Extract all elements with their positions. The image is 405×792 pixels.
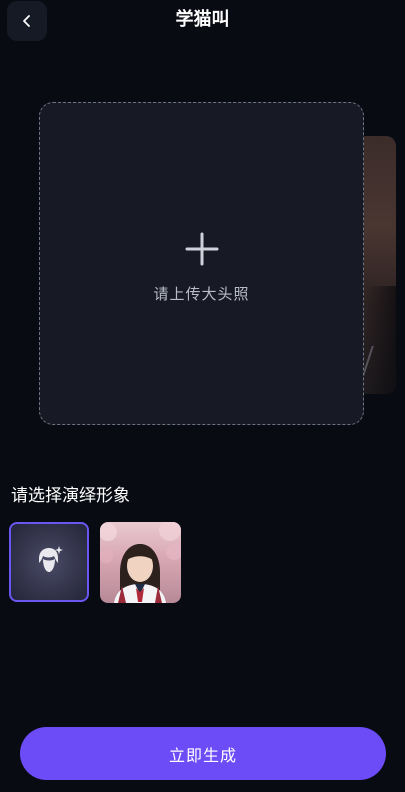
page-title: 学猫叫: [175, 9, 230, 30]
face-sparkle-icon: [32, 543, 66, 581]
avatar-option-custom[interactable]: [9, 522, 89, 602]
avatar-list: [9, 522, 181, 603]
upload-photo-area[interactable]: 请上传大头照: [39, 102, 364, 425]
plus-icon: [184, 223, 220, 271]
generate-button[interactable]: 立即生成: [20, 727, 386, 780]
avatar-option-photo[interactable]: [100, 522, 181, 603]
app-screen: 学猫叫 请上传大头照 请选择演绎形象 立即生成: [0, 0, 405, 792]
upload-hint: 请上传大头照: [153, 285, 250, 303]
avatar-section-title: 请选择演绎形象: [11, 486, 130, 506]
